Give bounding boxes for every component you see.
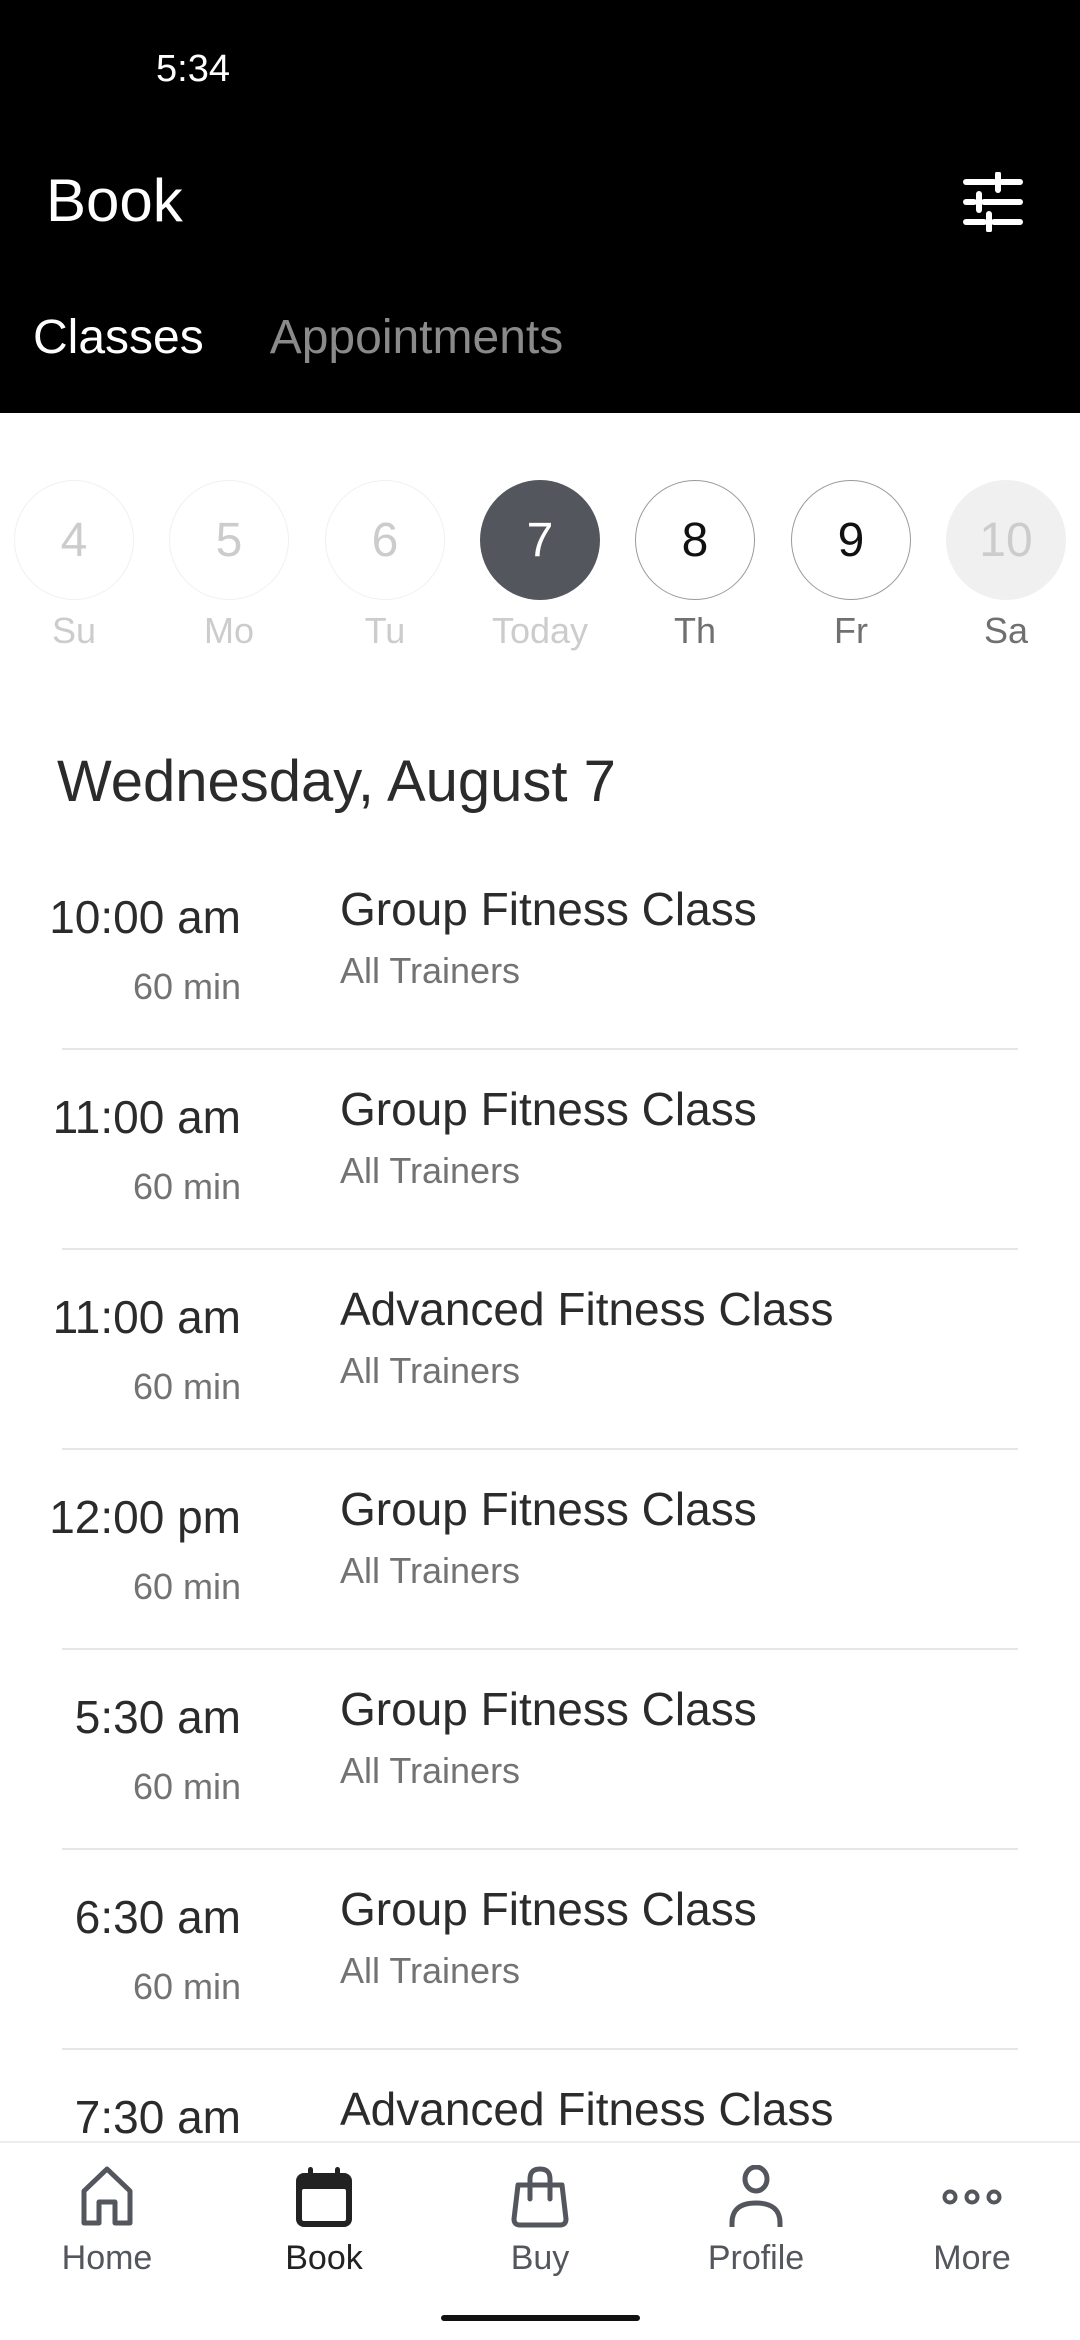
date-weekday: Th — [673, 610, 716, 651]
app-header: 5:34 Book Classes Appointments — [0, 0, 1080, 413]
person-icon — [729, 2165, 783, 2227]
class-time: 7:30 am — [74, 2091, 241, 2143]
class-name: Group Fitness Class — [340, 1483, 757, 1535]
tab-classes[interactable]: Classes — [33, 310, 204, 380]
class-name: Group Fitness Class — [340, 883, 757, 935]
class-list-item[interactable]: 5:30 am 60 min Group Fitness Class All T… — [0, 1650, 1080, 1850]
nav-label: Buy — [510, 2239, 570, 2277]
nav-item-home[interactable]: Home — [17, 2165, 197, 2278]
class-duration: 60 min — [132, 966, 241, 1007]
class-name: Advanced Fitness Class — [340, 1283, 834, 1335]
home-icon — [81, 2166, 133, 2226]
class-name: Group Fitness Class — [340, 1083, 757, 1135]
date-item[interactable]: 8 Th — [635, 480, 755, 652]
class-time: 11:00 am — [52, 1091, 241, 1143]
nav-label: Book — [285, 2239, 363, 2277]
class-duration: 60 min — [132, 1566, 241, 1607]
nav-label: Profile — [707, 2239, 805, 2277]
nav-label: More — [933, 2239, 1011, 2277]
date-weekday: Su — [51, 610, 97, 651]
date-selector: 4 Su 5 Mo 6 Tu 7 Today 8 Th 9 Fr 10 Sa — [0, 480, 1080, 660]
class-name: Advanced Fitness Class — [340, 2083, 834, 2135]
booking-tabs: Classes Appointments — [0, 310, 563, 380]
shopping-bag-icon — [511, 2166, 569, 2228]
schedule-date-heading: Wednesday, August 7 — [57, 749, 616, 814]
nav-item-profile[interactable]: Profile — [666, 2165, 846, 2278]
status-bar-time: 5:34 — [156, 48, 230, 90]
class-list-item[interactable]: 6:30 am 60 min Group Fitness Class All T… — [0, 1850, 1080, 2050]
date-item[interactable]: 9 Fr — [791, 480, 911, 652]
class-trainer: All Trainers — [340, 950, 521, 991]
nav-label: Home — [61, 2239, 153, 2277]
date-number: 10 — [946, 480, 1066, 600]
nav-item-more[interactable]: More — [882, 2165, 1062, 2278]
class-trainer: All Trainers — [340, 1150, 521, 1191]
home-indicator[interactable] — [441, 2315, 640, 2321]
date-number: 6 — [325, 480, 445, 600]
nav-item-book[interactable]: Book — [234, 2165, 414, 2278]
class-duration: 60 min — [132, 1366, 241, 1407]
class-trainer: All Trainers — [340, 1550, 521, 1591]
class-duration: 60 min — [132, 1766, 241, 1807]
date-item[interactable]: 5 Mo — [169, 480, 289, 652]
date-number: 9 — [791, 480, 911, 600]
class-list-item[interactable]: 10:00 am 60 min Group Fitness Class All … — [0, 850, 1080, 1050]
date-weekday: Fr — [834, 610, 868, 651]
class-list: 10:00 am 60 min Group Fitness Class All … — [0, 850, 1080, 2250]
date-item[interactable]: 6 Tu — [325, 480, 445, 652]
date-weekday: Today — [491, 610, 589, 651]
date-weekday: Mo — [203, 610, 254, 651]
date-number: 5 — [169, 480, 289, 600]
class-time: 12:00 pm — [49, 1491, 241, 1543]
class-time: 6:30 am — [74, 1891, 241, 1943]
class-trainer: All Trainers — [340, 1750, 521, 1791]
date-number: 7 — [480, 480, 600, 600]
class-time: 11:00 am — [52, 1291, 241, 1343]
class-list-item[interactable]: 11:00 am 60 min Group Fitness Class All … — [0, 1050, 1080, 1250]
page-title: Book — [46, 167, 183, 234]
date-weekday: Sa — [983, 610, 1029, 651]
class-list-item[interactable]: 11:00 am 60 min Advanced Fitness Class A… — [0, 1250, 1080, 1450]
date-item[interactable]: 10 Sa — [946, 480, 1066, 652]
date-item-selected[interactable]: 7 Today — [480, 480, 600, 652]
class-trainer: All Trainers — [340, 1350, 521, 1391]
more-dots-icon — [942, 2189, 1002, 2205]
bottom-navigation: Home Book Buy Profile More — [0, 2141, 1080, 2340]
filter-button[interactable] — [962, 171, 1026, 233]
class-list-item[interactable]: 12:00 pm 60 min Group Fitness Class All … — [0, 1450, 1080, 1650]
class-name: Group Fitness Class — [340, 1683, 757, 1735]
date-item[interactable]: 4 Su — [14, 480, 134, 652]
class-time: 10:00 am — [49, 891, 241, 943]
class-duration: 60 min — [132, 1966, 241, 2007]
date-weekday: Tu — [364, 610, 406, 651]
class-name: Group Fitness Class — [340, 1883, 757, 1935]
date-number: 4 — [14, 480, 134, 600]
class-time: 5:30 am — [74, 1691, 241, 1743]
class-duration: 60 min — [132, 1166, 241, 1207]
sliders-icon — [963, 171, 1023, 233]
class-trainer: All Trainers — [340, 1950, 521, 1991]
nav-item-buy[interactable]: Buy — [450, 2165, 630, 2278]
calendar-icon — [296, 2167, 352, 2227]
date-number: 8 — [635, 480, 755, 600]
tab-appointments[interactable]: Appointments — [270, 310, 564, 380]
